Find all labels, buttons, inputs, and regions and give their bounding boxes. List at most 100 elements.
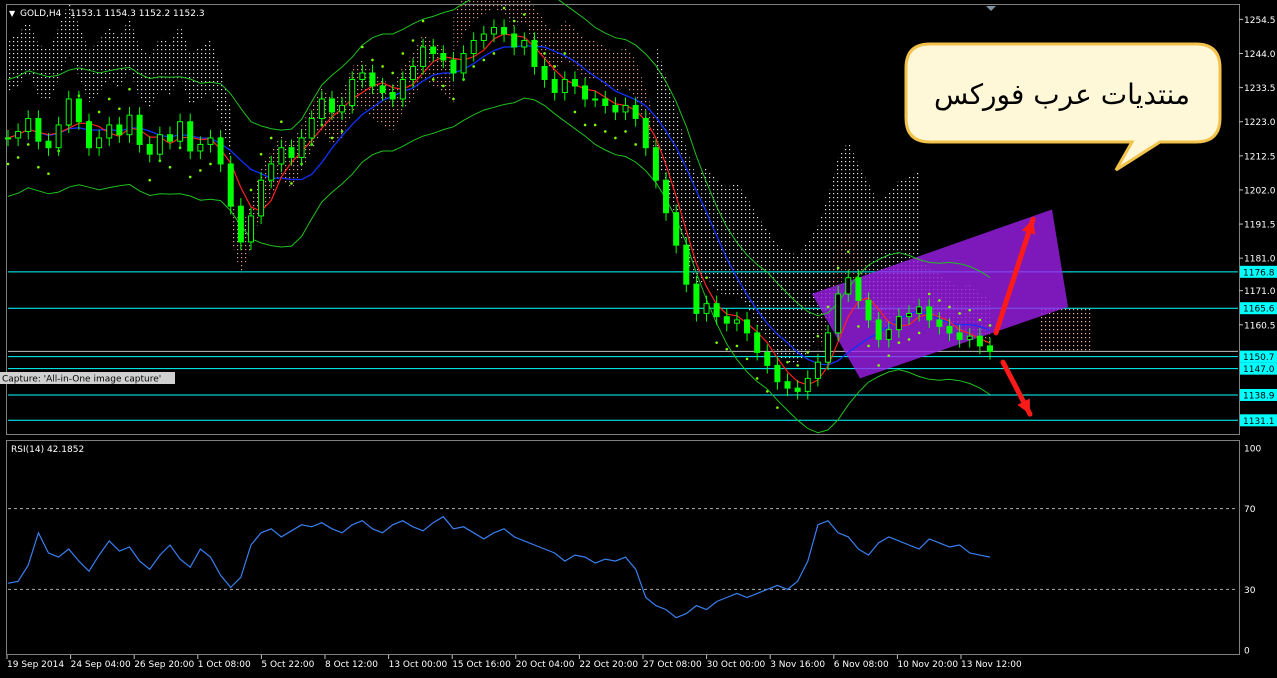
candle-body	[926, 306, 933, 321]
candle-body	[440, 52, 447, 61]
candle-body	[258, 179, 265, 217]
sar-dot	[796, 364, 799, 367]
sar-dot	[543, 52, 546, 55]
ohlc-readout: 1153.1 1154.3 1152.2 1152.3	[70, 9, 205, 19]
sar-dot	[391, 71, 395, 75]
sar-dot	[755, 377, 759, 380]
candle-body	[197, 143, 204, 152]
candle-body	[865, 299, 872, 321]
price-tick-label: 1223.0	[1244, 118, 1276, 128]
price-tick-label: 1181.0	[1244, 255, 1276, 265]
candle-body	[622, 104, 629, 113]
candle-body	[409, 65, 416, 80]
price-axis: 1254.5 1244.0 1233.5 1223.0 1212.5 1202.0 1191…	[1239, 16, 1276, 331]
sar-dot	[978, 318, 982, 322]
price-tick-label: 1160.5	[1244, 321, 1276, 331]
candle-body	[227, 163, 234, 207]
candle-body	[177, 121, 184, 142]
candle-body	[683, 244, 690, 285]
candle-body	[885, 329, 892, 340]
sar-dot	[128, 87, 131, 91]
sar-dot	[148, 178, 152, 182]
sar-dot	[958, 312, 961, 315]
level-price-label: 1131.1	[1243, 417, 1275, 427]
rsi-axis: 100 70 30 0	[1244, 445, 1261, 657]
candle-body	[804, 377, 811, 392]
candle-body	[136, 114, 143, 145]
time-tick-label: 19 Sep 2014	[7, 660, 64, 670]
candle-body	[703, 303, 710, 314]
sar-dot	[492, 52, 496, 55]
sar-dot	[361, 45, 364, 49]
candle-body	[582, 85, 589, 100]
candle-body	[247, 215, 254, 243]
sar-dot	[107, 97, 111, 101]
sar-dot	[340, 130, 344, 133]
sar-dot	[330, 136, 334, 140]
sar-dot	[968, 308, 972, 312]
candle-body	[794, 387, 801, 392]
sar-dot	[907, 338, 911, 341]
candle-body	[693, 283, 700, 314]
time-tick-label: 26 Sep 20:00	[134, 660, 194, 670]
candle-body	[146, 143, 153, 155]
candle-body	[359, 72, 366, 80]
candle-body	[592, 98, 599, 101]
candle-body	[166, 134, 173, 142]
candle-body	[673, 212, 680, 246]
sar-dot	[26, 143, 30, 146]
price-tick-label: 1171.0	[1244, 287, 1276, 297]
candle-body	[379, 85, 386, 93]
sar-dot	[816, 334, 820, 338]
candle-body	[784, 381, 791, 389]
sar-dot	[927, 292, 931, 296]
candle-body	[430, 46, 437, 54]
sar-dot	[411, 39, 415, 42]
candle-body	[308, 117, 315, 139]
level-price-label: 1176.8	[1243, 268, 1275, 278]
candle-body	[25, 117, 32, 132]
candle-body	[642, 117, 649, 149]
sar-dot	[401, 52, 405, 55]
candle-body	[490, 26, 497, 35]
candle-body	[612, 104, 619, 113]
rsi-panel[interactable]	[6, 440, 1240, 655]
sar-dot	[745, 357, 749, 361]
sar-dot	[452, 97, 455, 101]
candle-body	[825, 332, 832, 363]
sar-dot	[472, 65, 475, 68]
sar-dot	[371, 58, 374, 62]
candle-body	[733, 319, 740, 324]
candle-body	[5, 137, 11, 140]
sar-dot	[877, 364, 880, 367]
sar-dot	[735, 344, 739, 348]
sar-dot	[199, 169, 202, 172]
sar-dot	[988, 324, 992, 327]
candle-body	[328, 98, 335, 113]
level-price-label: 1165.6	[1243, 305, 1275, 315]
candle-body	[855, 277, 862, 301]
price-tick-label: 1191.5	[1244, 221, 1276, 231]
sar-dot	[118, 107, 121, 111]
candle-body	[126, 114, 133, 136]
candle-body	[15, 130, 22, 139]
candle-body	[956, 332, 963, 340]
time-tick-label: 8 Oct 12:00	[325, 660, 378, 670]
sar-dot	[573, 110, 577, 114]
sar-dot	[168, 165, 172, 169]
candle-body	[551, 78, 558, 93]
sar-dot	[37, 165, 40, 169]
sar-dot	[806, 351, 810, 354]
sar-dot	[624, 130, 627, 133]
candle-body	[207, 137, 214, 145]
time-tick-label: 22 Oct 20:00	[579, 660, 638, 670]
candle-body	[602, 98, 609, 106]
candle-body	[470, 39, 477, 54]
candle-body	[764, 351, 771, 366]
sar-dot	[765, 390, 769, 393]
sar-dot	[442, 84, 445, 88]
candle-body	[652, 147, 659, 181]
chart-collapse-icon[interactable]: ▼	[9, 9, 16, 18]
level-price-label: 1138.9	[1243, 391, 1275, 401]
rsi-tick-label: 0	[1244, 647, 1250, 657]
